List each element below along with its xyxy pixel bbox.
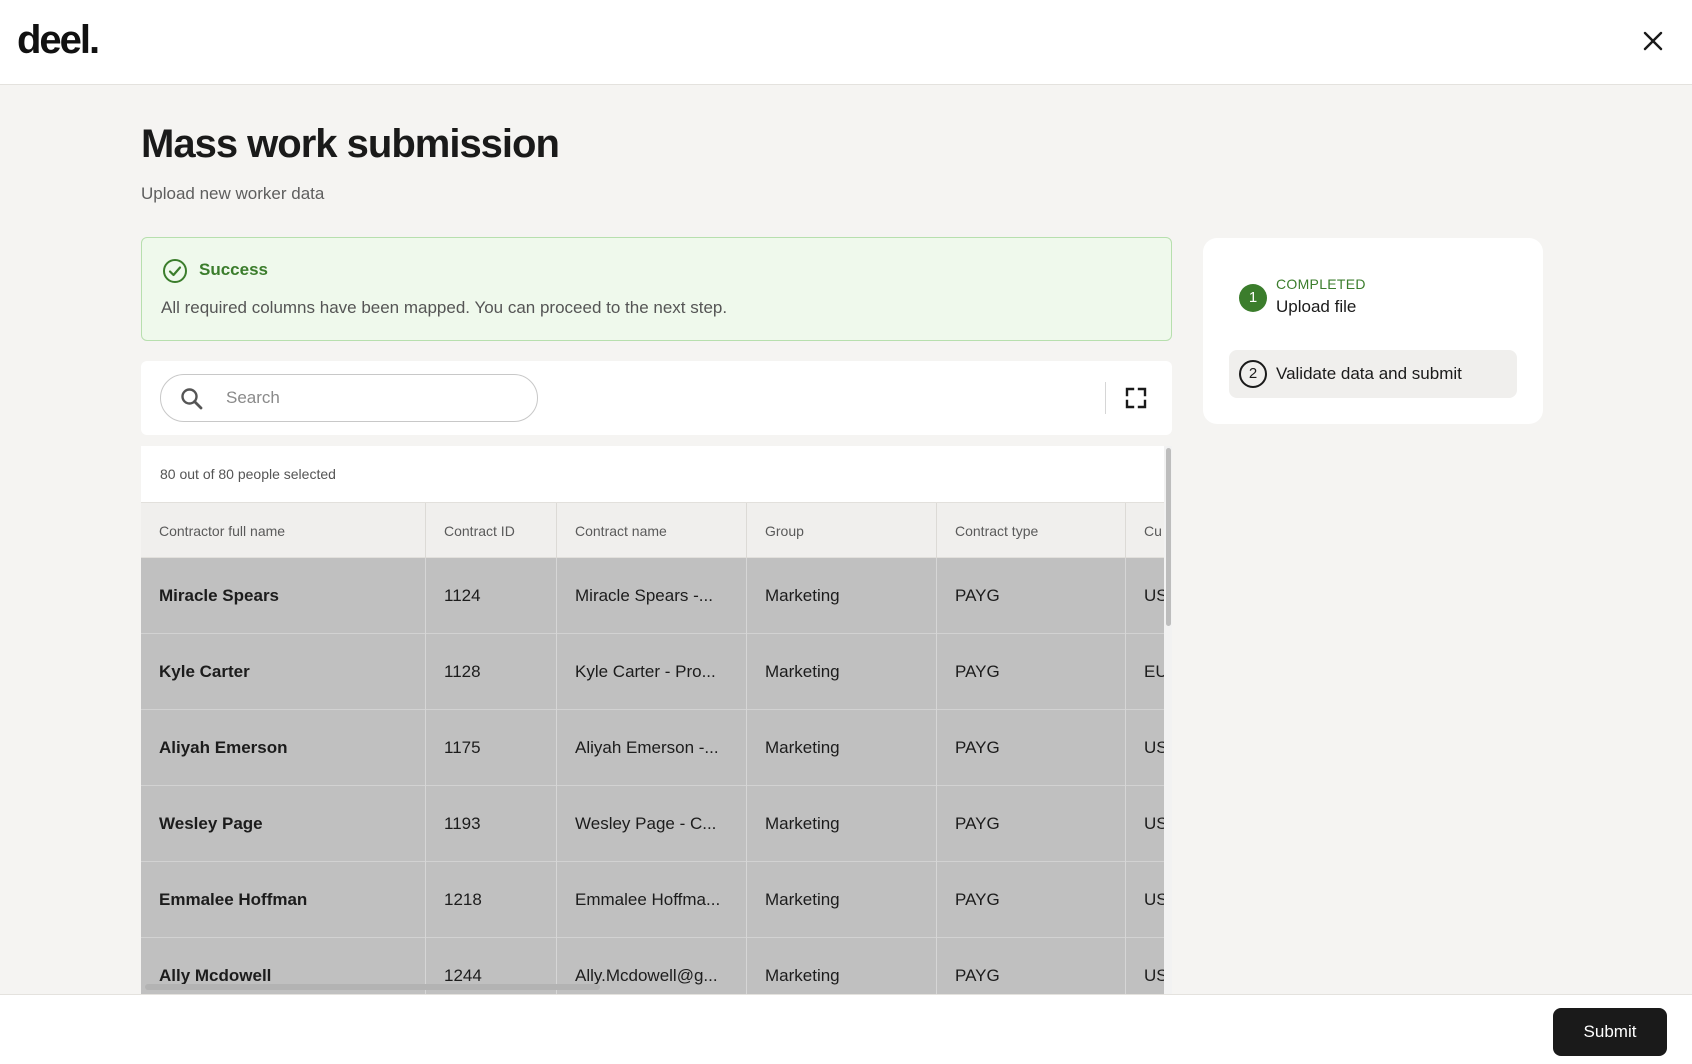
cell-currency: EU: [1144, 662, 1164, 681]
cell-contract-type: PAYG: [937, 938, 1126, 994]
column-header-contractor-name[interactable]: Contractor full name: [141, 503, 426, 559]
cell-contractor-name: Miracle Spears: [141, 558, 426, 634]
table-row[interactable]: Wesley Page 1193 Wesley Page - C... Mark…: [141, 786, 1164, 862]
column-header-contract-id[interactable]: Contract ID: [426, 503, 557, 559]
table-row[interactable]: Emmalee Hoffman 1218 Emmalee Hoffma... M…: [141, 862, 1164, 938]
cell-currency: US: [1144, 586, 1164, 605]
step-2-label: Validate data and submit: [1276, 364, 1462, 383]
cell-contract-name: Wesley Page - C...: [557, 786, 747, 862]
deel-logo[interactable]: deel.: [17, 18, 100, 63]
cell-group: Marketing: [747, 862, 937, 938]
column-header-group[interactable]: Group: [747, 503, 937, 559]
cell-contract-id: 1193: [426, 786, 557, 862]
contracts-table: 80 out of 80 people selected Contractor …: [141, 446, 1172, 994]
cell-contract-id: 1124: [426, 558, 557, 634]
top-bar: deel.: [0, 0, 1692, 85]
cell-currency: US: [1144, 814, 1164, 833]
cell-group: Marketing: [747, 786, 937, 862]
horizontal-scrollbar-thumb[interactable]: [145, 984, 600, 990]
check-circle-icon: [163, 259, 187, 283]
fullscreen-button[interactable]: [1122, 384, 1150, 412]
vertical-scrollbar-thumb[interactable]: [1166, 448, 1171, 626]
expand-icon: [1125, 387, 1147, 409]
table-row[interactable]: Aliyah Emerson 1175 Aliyah Emerson -... …: [141, 710, 1164, 786]
cell-contractor-name: Emmalee Hoffman: [141, 862, 426, 938]
table-body: Miracle Spears 1124 Miracle Spears -... …: [141, 558, 1164, 994]
table-toolbar: [141, 361, 1172, 435]
cell-contract-name: Miracle Spears -...: [557, 558, 747, 634]
cell-contract-type: PAYG: [937, 862, 1126, 938]
search-input[interactable]: [226, 385, 516, 411]
search-box[interactable]: [160, 374, 538, 422]
cell-contract-type: PAYG: [937, 710, 1126, 786]
cell-currency: US: [1144, 738, 1164, 757]
selection-count: 80 out of 80 people selected: [160, 466, 336, 482]
footer-bar: Submit: [0, 994, 1692, 1064]
cell-group: Marketing: [747, 938, 937, 994]
submit-button[interactable]: Submit: [1553, 1008, 1667, 1056]
column-header-contract-type[interactable]: Contract type: [937, 503, 1126, 559]
cell-contract-type: PAYG: [937, 786, 1126, 862]
step-1-status: COMPLETED: [1276, 276, 1366, 292]
table-header: Contractor full name Contract ID Contrac…: [141, 502, 1164, 559]
table-row[interactable]: Miracle Spears 1124 Miracle Spears -... …: [141, 558, 1164, 634]
step-2-item[interactable]: 2 Validate data and submit: [1229, 350, 1517, 398]
cell-contractor-name: Aliyah Emerson: [141, 710, 426, 786]
cell-group: Marketing: [747, 634, 937, 710]
success-alert: Success All required columns have been m…: [141, 237, 1172, 341]
page-subtitle: Upload new worker data: [141, 184, 325, 203]
table-row[interactable]: Kyle Carter 1128 Kyle Carter - Pro... Ma…: [141, 634, 1164, 710]
cell-contract-name: Kyle Carter - Pro...: [557, 634, 747, 710]
alert-message: All required columns have been mapped. Y…: [161, 298, 728, 317]
toolbar-divider: [1105, 382, 1106, 414]
cell-currency: US: [1144, 890, 1164, 909]
cell-contract-name: Emmalee Hoffma...: [557, 862, 747, 938]
column-header-contract-name[interactable]: Contract name: [557, 503, 747, 559]
step-1-label[interactable]: Upload file: [1276, 297, 1356, 317]
cell-contract-type: PAYG: [937, 634, 1126, 710]
cell-group: Marketing: [747, 558, 937, 634]
alert-title: Success: [199, 260, 268, 279]
page-title: Mass work submission: [141, 122, 560, 166]
step-1-indicator: 1: [1239, 284, 1267, 312]
cell-contract-id: 1175: [426, 710, 557, 786]
cell-contractor-name: Wesley Page: [141, 786, 426, 862]
cell-contract-id: 1218: [426, 862, 557, 938]
cell-contract-type: PAYG: [937, 558, 1126, 634]
cell-contract-id: 1128: [426, 634, 557, 710]
progress-stepper: 1 COMPLETED Upload file 2 Validate data …: [1203, 238, 1543, 424]
close-button[interactable]: [1638, 26, 1668, 56]
cell-contractor-name: Kyle Carter: [141, 634, 426, 710]
cell-contract-name: Aliyah Emerson -...: [557, 710, 747, 786]
cell-currency: US: [1144, 966, 1164, 985]
cell-group: Marketing: [747, 710, 937, 786]
step-2-indicator: 2: [1239, 360, 1267, 388]
search-icon: [181, 388, 203, 410]
close-icon: [1643, 31, 1663, 51]
